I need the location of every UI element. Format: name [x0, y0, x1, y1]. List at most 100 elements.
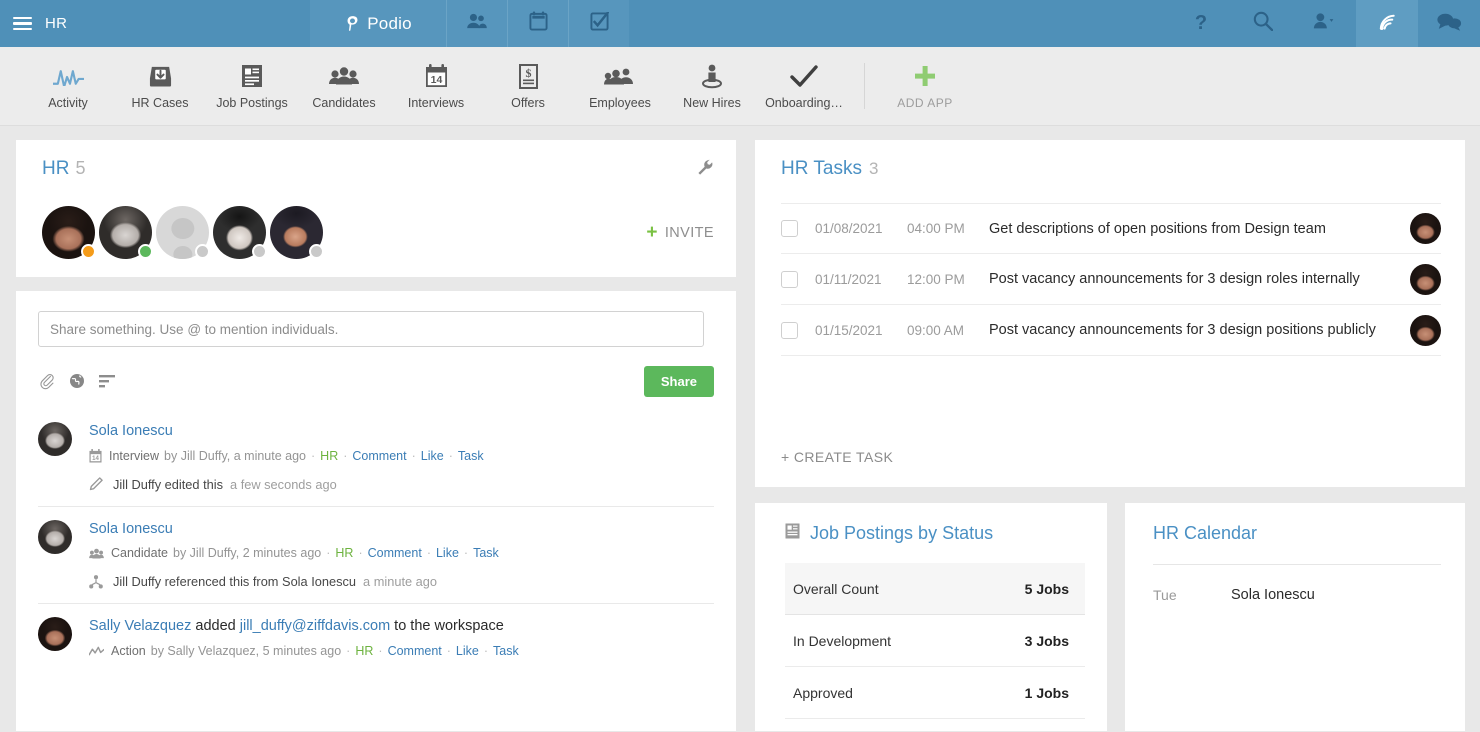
- app-nav-item-hr-cases[interactable]: HR Cases: [114, 57, 206, 110]
- feed-item-byline: by Jill Duffy, 2 minutes ago: [173, 546, 322, 561]
- feed-email-link[interactable]: jill_duffy@ziffdavis.com: [240, 618, 390, 634]
- top-bar-left: HR: [0, 0, 310, 47]
- feed-task-link[interactable]: Task: [473, 544, 499, 563]
- wrench-icon[interactable]: [697, 159, 714, 181]
- task-title[interactable]: Post vacancy announcements for 3 design …: [989, 271, 1400, 287]
- hr-tasks-count: 3: [868, 159, 879, 178]
- share-placeholder: Share something. Use @ to mention indivi…: [50, 321, 339, 337]
- avatar[interactable]: [270, 206, 324, 259]
- avatar[interactable]: [38, 519, 72, 554]
- feed-author-link[interactable]: Sally Velazquez: [89, 618, 191, 634]
- help-button[interactable]: ?: [1170, 0, 1232, 47]
- task-checkbox[interactable]: [781, 270, 798, 288]
- workspace-header: HR 5: [42, 158, 714, 180]
- feed-task-link[interactable]: Task: [458, 447, 484, 466]
- podio-logo[interactable]: Podio: [310, 0, 446, 47]
- task-title[interactable]: Get descriptions of open positions from …: [989, 221, 1400, 237]
- right-column: HR Tasks 3 01/08/2021 04:00 PM Get descri…: [755, 140, 1465, 731]
- podio-logo-text: Podio: [367, 13, 412, 33]
- menu-hamburger-icon[interactable]: [13, 16, 32, 31]
- top-bar-spacer: [629, 0, 1170, 47]
- feed-item-byline: by Jill Duffy, a minute ago: [164, 448, 306, 463]
- job-postings-row[interactable]: Approved 1 Jobs: [785, 667, 1085, 719]
- app-nav-item-offers[interactable]: $ Offers: [482, 57, 574, 110]
- checkmark-icon: [790, 63, 818, 89]
- inbox-down-arrow-icon: [148, 63, 173, 89]
- avatar[interactable]: [38, 422, 72, 456]
- share-input[interactable]: Share something. Use @ to mention indivi…: [38, 311, 704, 347]
- globe-icon[interactable]: [69, 373, 85, 389]
- app-nav-item-job-postings[interactable]: Job Postings: [206, 57, 298, 110]
- feed-like-link[interactable]: Like: [436, 544, 459, 563]
- feed-workspace-link[interactable]: HR: [355, 642, 373, 661]
- job-status-value: 5 Jobs: [1024, 580, 1069, 597]
- chat-button[interactable]: [1418, 0, 1480, 47]
- feed-comment-link[interactable]: Comment: [352, 447, 406, 466]
- job-postings-row[interactable]: Overall Count 5 Jobs: [785, 563, 1085, 615]
- app-nav-label: Offers: [511, 96, 545, 110]
- app-nav-item-employees[interactable]: Employees: [574, 57, 666, 110]
- user-menu-icon: [1312, 12, 1338, 35]
- app-nav-item-activity[interactable]: Activity: [22, 57, 114, 110]
- app-nav-item-interviews[interactable]: 14 Interviews: [390, 57, 482, 110]
- task-title[interactable]: Post vacancy announcements for 3 design …: [989, 322, 1400, 338]
- top-bar-calendar-button[interactable]: [507, 0, 568, 47]
- activity-stream-button[interactable]: [1356, 0, 1418, 47]
- hr-calendar-card: HR Calendar Tue Sola Ionescu: [1125, 503, 1465, 731]
- search-button[interactable]: [1232, 0, 1294, 47]
- feed-workspace-link[interactable]: HR: [320, 447, 338, 466]
- attachment-icon[interactable]: [38, 373, 55, 390]
- job-postings-row[interactable]: In Development 3 Jobs: [785, 615, 1085, 667]
- feed-title-mid: added: [191, 618, 240, 635]
- feed-item-title: Sola Ionescu: [89, 520, 714, 539]
- avatar[interactable]: [42, 206, 96, 259]
- avatar[interactable]: [1410, 314, 1441, 346]
- workspace-title[interactable]: HR: [42, 158, 69, 179]
- feed-item-meta: 14 Interview by Jill Duffy, a minute ago…: [89, 447, 714, 466]
- app-nav-item-new-hires[interactable]: New Hires: [666, 57, 758, 110]
- create-task-button[interactable]: + CREATE TASK: [781, 449, 893, 465]
- job-postings-table: Overall Count 5 Jobs In Development 3 Jo…: [785, 563, 1085, 719]
- top-bar-workspace-name[interactable]: HR: [45, 15, 67, 32]
- status-dot: [138, 244, 153, 259]
- top-bar-contacts-button[interactable]: [446, 0, 507, 47]
- avatar[interactable]: [1410, 263, 1441, 295]
- invite-label: INVITE: [664, 224, 714, 241]
- calendar-row: Tue Sola Ionescu: [1153, 587, 1441, 603]
- app-nav-item-onboarding[interactable]: Onboarding…: [758, 57, 850, 110]
- feed-author-link[interactable]: Sola Ionescu: [89, 521, 173, 537]
- app-nav-item-candidates[interactable]: Candidates: [298, 57, 390, 110]
- top-bar-tasks-button[interactable]: [568, 0, 629, 47]
- app-nav-label: Candidates: [312, 96, 376, 110]
- hr-tasks-title[interactable]: HR Tasks: [781, 158, 862, 179]
- app-nav-bar: Activity HR Cases Job Postings Candidate…: [0, 47, 1480, 126]
- avatar[interactable]: [99, 206, 153, 259]
- task-checkbox[interactable]: [781, 321, 798, 339]
- feed-like-link[interactable]: Like: [421, 447, 444, 466]
- hr-tasks-card: HR Tasks 3 01/08/2021 04:00 PM Get descri…: [755, 140, 1465, 487]
- feed-task-link[interactable]: Task: [493, 642, 519, 661]
- action-chart-icon: [89, 646, 104, 657]
- feed-comment-link[interactable]: Comment: [388, 642, 442, 661]
- avatar[interactable]: [38, 617, 72, 652]
- hr-calendar-title[interactable]: HR Calendar: [1153, 523, 1257, 544]
- activity-chart-icon: [52, 63, 84, 89]
- feed-item-type: Interview: [109, 448, 160, 463]
- poll-icon[interactable]: [99, 374, 117, 388]
- feed-author-link[interactable]: Sola Ionescu: [89, 423, 173, 439]
- calendar-icon: [528, 11, 548, 36]
- avatar[interactable]: [213, 206, 267, 259]
- share-button[interactable]: Share: [643, 365, 714, 397]
- add-app-button[interactable]: ADD APP: [879, 57, 971, 110]
- feed-comment-link[interactable]: Comment: [368, 544, 422, 563]
- feed-workspace-link[interactable]: HR: [335, 544, 353, 563]
- task-checkbox[interactable]: [781, 220, 798, 237]
- job-postings-title[interactable]: Job Postings by Status: [810, 523, 993, 544]
- calendar-event[interactable]: Sola Ionescu: [1231, 587, 1315, 603]
- user-menu-button[interactable]: [1294, 0, 1356, 47]
- feed-item-meta: Action by Sally Velazquez, 5 minutes ago…: [89, 642, 714, 661]
- avatar[interactable]: [156, 206, 210, 259]
- invite-button[interactable]: + INVITE: [646, 223, 714, 242]
- avatar[interactable]: [1410, 213, 1441, 244]
- feed-like-link[interactable]: Like: [456, 642, 479, 661]
